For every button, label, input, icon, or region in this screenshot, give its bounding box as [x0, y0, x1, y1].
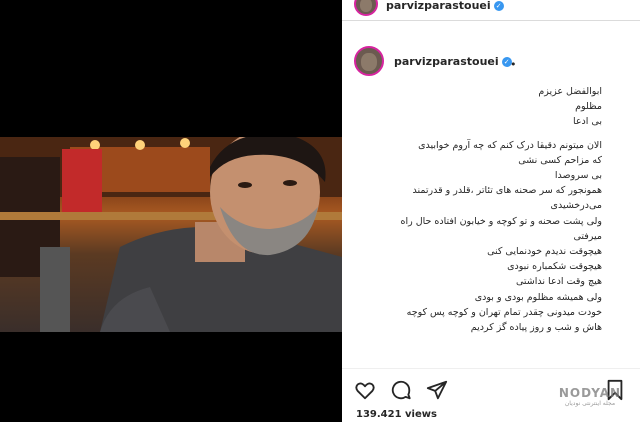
- caption-line: می‌درخشیدی: [550, 200, 602, 212]
- caption-line: الان میتونم دقیقا درک کنم که چه آروم خوا…: [418, 139, 602, 151]
- header-username-text[interactable]: parvizparastouei: [386, 0, 491, 12]
- avatar-image: [361, 52, 377, 71]
- post-header: parvizparastouei ✓: [342, 0, 640, 21]
- comment-icon[interactable]: [390, 379, 412, 401]
- caption-separator: •: [510, 58, 517, 71]
- caption-line: ابوالفضل عزیزم: [538, 86, 602, 97]
- caption-line: میرفتی: [573, 230, 602, 242]
- avatar-image: [360, 0, 372, 12]
- instagram-post-view: parvizparastouei ✓ parvizparastouei ✓ • اب…: [0, 0, 640, 422]
- caption-line: بی سروصدا: [554, 170, 602, 182]
- view-count[interactable]: 139.421 views: [356, 409, 437, 420]
- caption-line: ولی پشت صحنه و تو کوچه و خیابون افتاده ح…: [400, 215, 602, 227]
- watermark-brand: NODYAN: [558, 386, 622, 400]
- caption-line: بی ادعا: [572, 116, 602, 128]
- header-avatar[interactable]: [354, 0, 378, 16]
- caption-username-text[interactable]: parvizparastouei: [394, 55, 499, 68]
- caption-line: همونجور که سر صحنه های تئاتر ،قلدر و قدر…: [412, 185, 602, 197]
- caption-line: خودت میدونی چقدر تمام تهران و کوچه پس کو…: [406, 306, 602, 318]
- header-username[interactable]: parvizparastouei ✓: [386, 0, 504, 12]
- post-media-pane: [0, 0, 342, 421]
- caption-line-break: [350, 130, 602, 138]
- heart-icon[interactable]: [354, 379, 376, 401]
- caption-line: هیچوقت ندیدم خودنمایی کنی: [487, 246, 602, 258]
- verified-badge-icon: ✓: [493, 1, 504, 11]
- caption-line: ولی همیشه مظلوم بودی و بودی: [474, 291, 602, 303]
- post-side-panel: parvizparastouei ✓ parvizparastouei ✓ • اب…: [342, 0, 640, 422]
- caption-line: هیچ وقت ادعا نداشتی: [516, 276, 602, 288]
- post-photo-drawing: [0, 137, 342, 332]
- caption-avatar[interactable]: [354, 46, 384, 76]
- share-icon[interactable]: [426, 379, 448, 401]
- post-photo[interactable]: [0, 137, 342, 332]
- caption-line: هاش و شب و روز پیاده گز کردیم: [470, 322, 602, 334]
- caption-line: که مزاحم کسی نشی: [518, 154, 602, 166]
- caption-author-row: parvizparastouei ✓: [342, 46, 640, 76]
- site-watermark: NODYAN مجله اینترنتی نودیان: [552, 386, 628, 408]
- caption-line: هیچوقت شکمباره نبودی: [507, 261, 602, 273]
- caption-line: مظلوم: [575, 101, 602, 113]
- post-caption: ابوالفضل عزیزم مظلوم بی ادعا الان میتونم…: [350, 84, 602, 368]
- caption-username[interactable]: parvizparastouei ✓: [394, 55, 512, 68]
- watermark-tagline: مجله اینترنتی نودیان: [564, 400, 616, 407]
- post-actions-bar: 139.421 views NODYAN مجله اینترنتی نودیا…: [342, 368, 640, 422]
